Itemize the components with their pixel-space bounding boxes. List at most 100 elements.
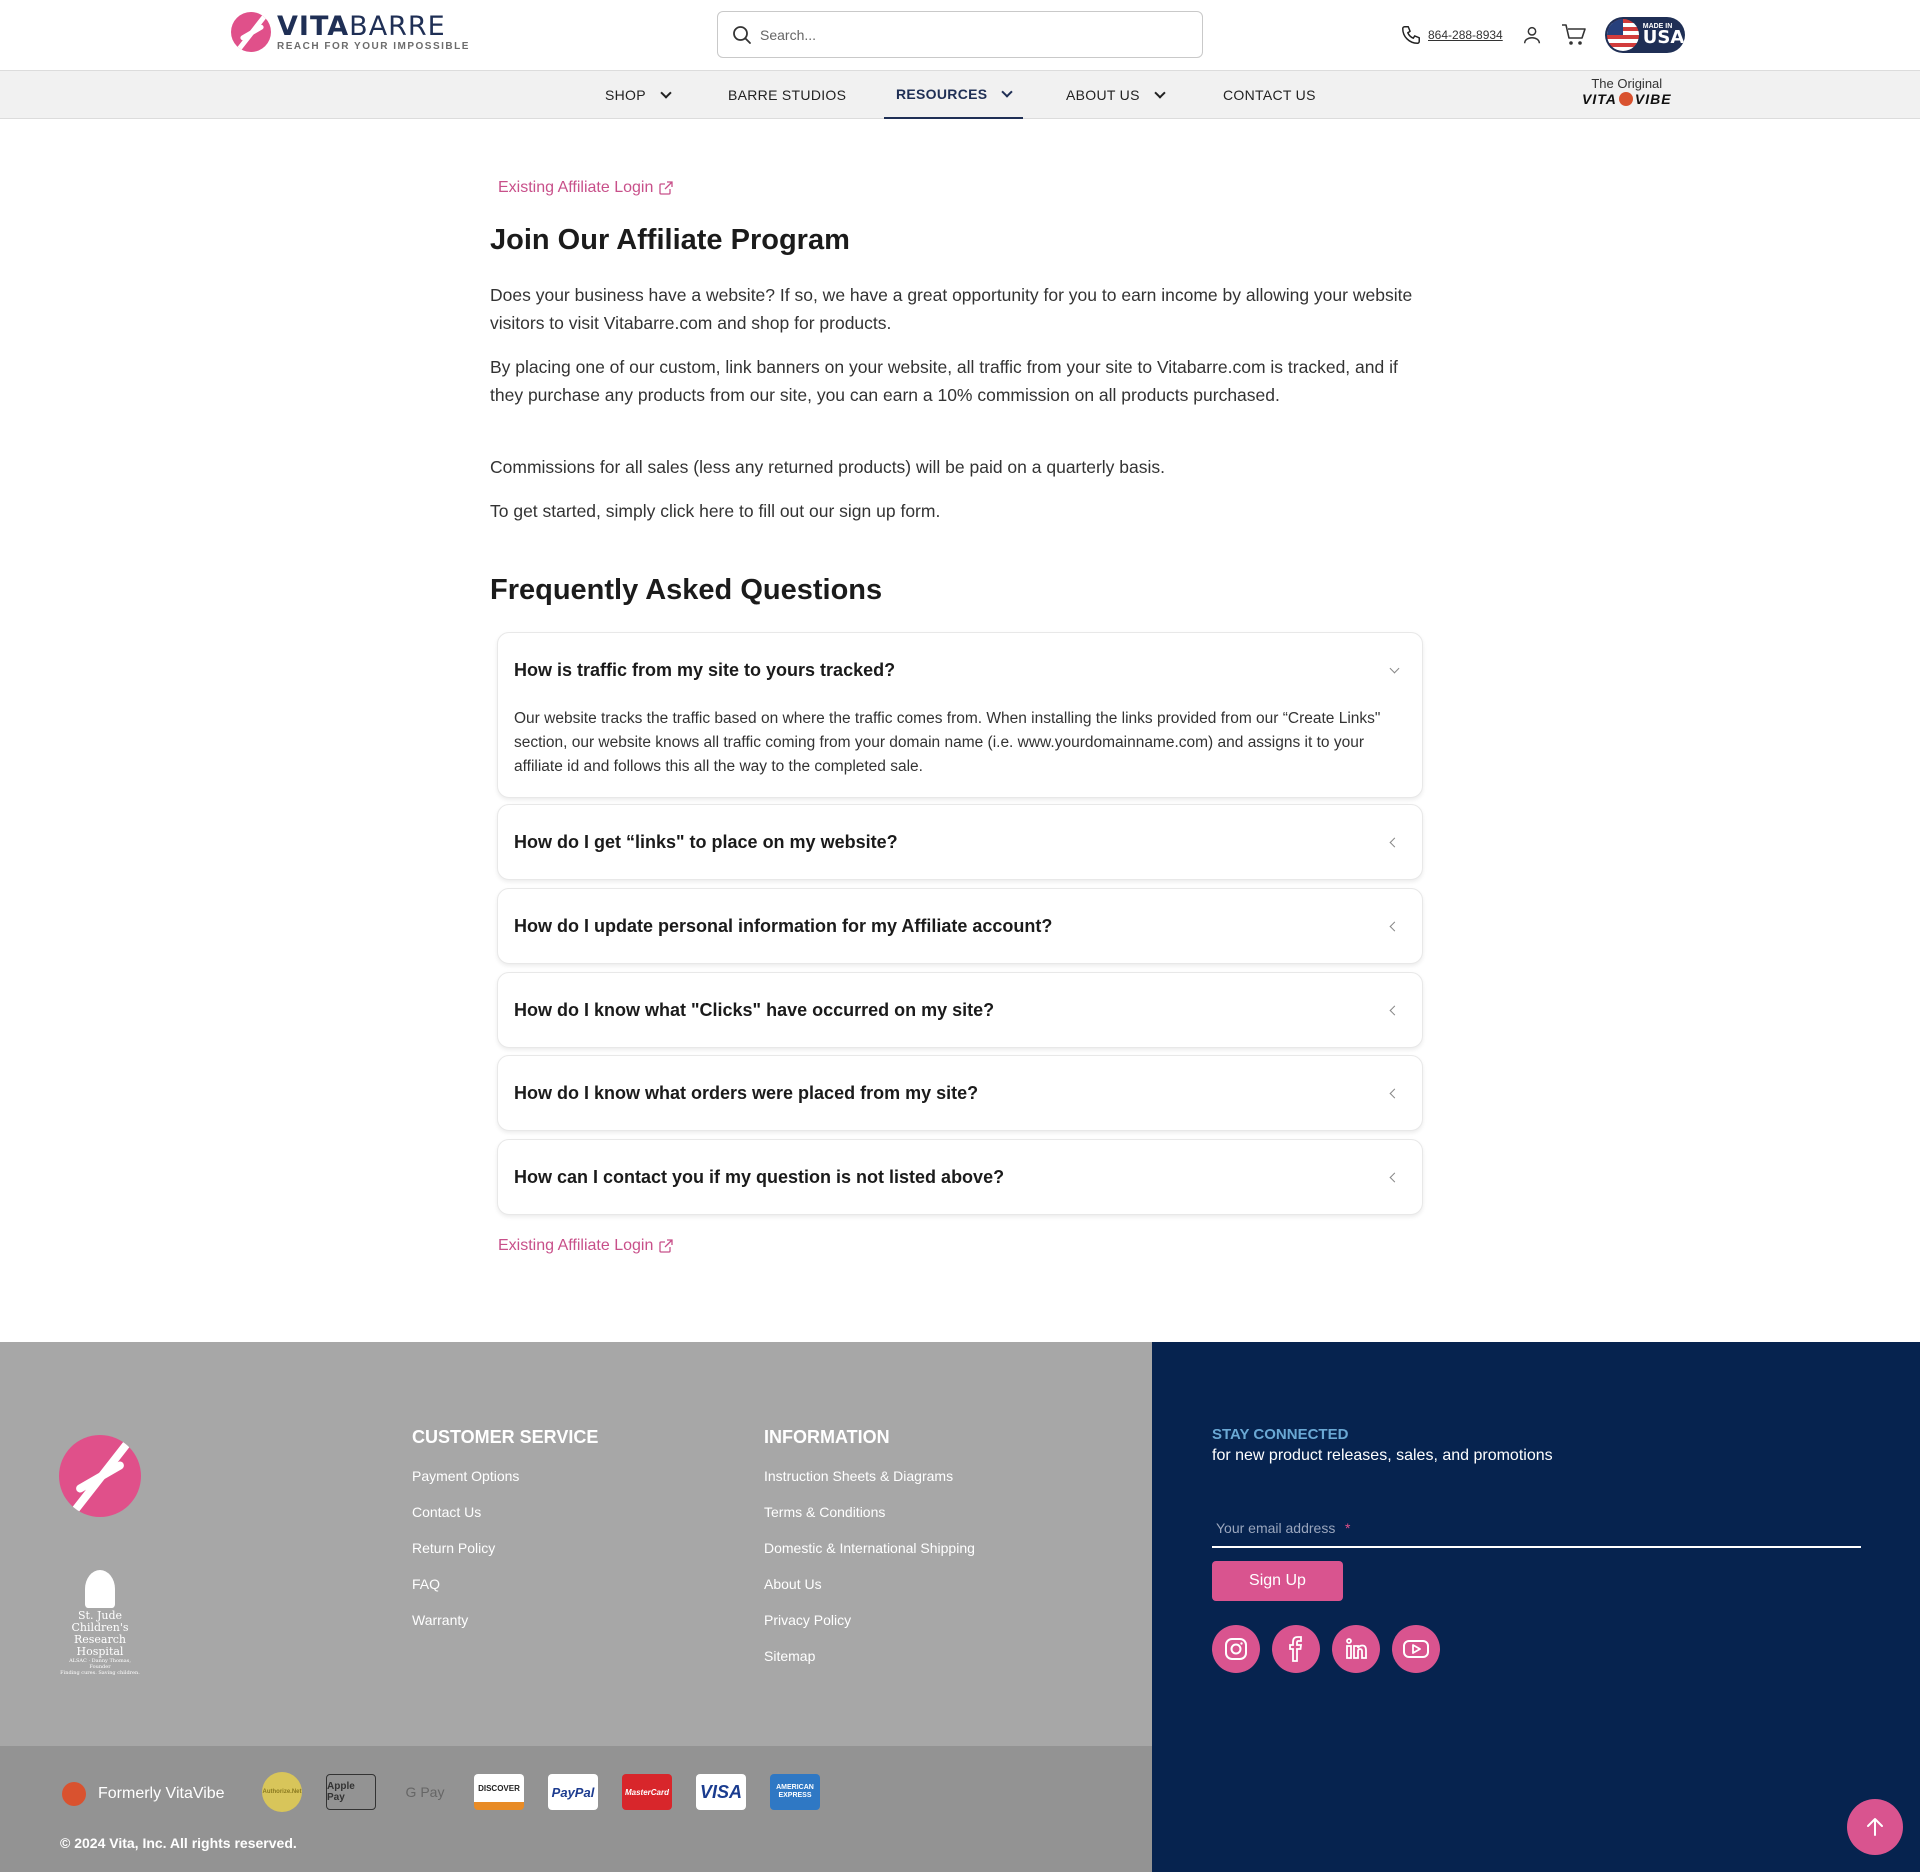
instagram-icon[interactable] bbox=[1212, 1625, 1260, 1673]
nav-about-us-label: ABOUT US bbox=[1066, 87, 1140, 103]
search-icon bbox=[733, 25, 751, 44]
copyright: © 2024 Vita, Inc. All rights reserved. bbox=[60, 1835, 297, 1851]
footer-link-instruction-sheets[interactable]: Instruction Sheets & Diagrams bbox=[764, 1468, 975, 1484]
phone-link[interactable]: 864-288-8934 bbox=[1400, 24, 1503, 46]
footer-link-shipping[interactable]: Domestic & International Shipping bbox=[764, 1540, 975, 1556]
logo-tagline: REACH FOR YOUR IMPOSSIBLE bbox=[277, 40, 470, 52]
footer-link-contact-us[interactable]: Contact Us bbox=[412, 1504, 598, 1520]
original-vitavibe-link[interactable]: The Original VITA VIBE bbox=[1582, 76, 1672, 107]
faq-item: How can I contact you if my question is … bbox=[497, 1139, 1423, 1215]
us-flag-icon bbox=[1606, 19, 1639, 51]
youtube-icon[interactable] bbox=[1392, 1625, 1440, 1673]
faq-question-toggle[interactable]: How do I know what "Clicks" have occurre… bbox=[498, 973, 1422, 1047]
payment-label: VISA bbox=[699, 1781, 742, 1802]
footer-link-about-us[interactable]: About Us bbox=[764, 1576, 975, 1592]
chevron-left-icon bbox=[1389, 1172, 1400, 1182]
faq-question-toggle[interactable]: How do I update personal information for… bbox=[498, 889, 1422, 963]
footer-link-terms[interactable]: Terms & Conditions bbox=[764, 1504, 975, 1520]
footer-logo-icon[interactable] bbox=[59, 1435, 141, 1517]
faq-question: How do I update personal information for… bbox=[514, 915, 1053, 936]
account-icon[interactable] bbox=[1521, 24, 1543, 46]
faq-title: Frequently Asked Questions bbox=[490, 574, 883, 606]
formerly-label: Formerly VitaVibe bbox=[98, 1785, 225, 1802]
main-content: Existing Affiliate Login Join Our Affili… bbox=[0, 119, 1920, 1342]
faq-question-toggle[interactable]: How can I contact you if my question is … bbox=[498, 1140, 1422, 1214]
main-nav-bar: SHOP BARRE STUDIOS RESOURCES ABOUT US CO… bbox=[0, 71, 1920, 119]
mastercard-icon: MasterCard bbox=[622, 1774, 672, 1810]
faq-question: How do I get “links" to place on my webs… bbox=[514, 831, 898, 852]
phone-number: 864-288-8934 bbox=[1428, 28, 1503, 42]
intro-paragraph-3: Commissions for all sales (less any retu… bbox=[490, 457, 1166, 477]
intro-paragraph-2: By placing one of our custom, link banne… bbox=[490, 357, 1398, 405]
footer-newsletter-panel bbox=[1152, 1342, 1920, 1872]
paypal-icon: PayPal bbox=[548, 1774, 598, 1810]
chevron-left-icon bbox=[1389, 1005, 1400, 1015]
original-brand-a: VITA bbox=[1582, 91, 1617, 107]
chevron-down-icon bbox=[1154, 87, 1166, 99]
chevron-left-icon bbox=[1389, 1088, 1400, 1098]
st-jude-line-4: Finding cures. Saving children. bbox=[60, 1670, 140, 1676]
login-link-label: Existing Affiliate Login bbox=[498, 179, 654, 196]
vitavibe-logo-icon bbox=[1618, 92, 1633, 106]
nav-contact-us[interactable]: CONTACT US bbox=[1223, 71, 1316, 119]
vitabarre-logo[interactable]: VITABARRE REACH FOR YOUR IMPOSSIBLE bbox=[231, 12, 470, 52]
cart-icon[interactable] bbox=[1561, 23, 1587, 47]
existing-affiliate-login-link[interactable]: Existing Affiliate Login bbox=[498, 1237, 674, 1255]
footer-link-faq[interactable]: FAQ bbox=[412, 1576, 598, 1592]
faq-question: How can I contact you if my question is … bbox=[514, 1166, 1005, 1187]
page-title: Join Our Affiliate Program bbox=[490, 224, 850, 256]
login-link-label: Existing Affiliate Login bbox=[498, 1237, 654, 1254]
st-jude-figure-icon bbox=[85, 1570, 115, 1608]
phone-icon bbox=[1402, 26, 1420, 44]
information-title: INFORMATION bbox=[764, 1427, 890, 1447]
nav-shop[interactable]: SHOP bbox=[605, 71, 672, 119]
nav-barre-studios[interactable]: BARRE STUDIOS bbox=[728, 71, 846, 119]
footer-link-payment-options[interactable]: Payment Options bbox=[412, 1468, 598, 1484]
faq-question-toggle[interactable]: How do I get “links" to place on my webs… bbox=[498, 805, 1422, 879]
st-jude-line-2: Research Hospital bbox=[73, 1633, 126, 1658]
nav-resources-label: RESOURCES bbox=[896, 86, 988, 102]
customer-service-column: CUSTOMER SERVICE Payment Options Contact… bbox=[412, 1427, 598, 1648]
faq-question: How do I know what "Clicks" have occurre… bbox=[514, 999, 995, 1020]
existing-affiliate-login-link[interactable]: Existing Affiliate Login bbox=[498, 179, 674, 197]
apple-pay-icon: Apple Pay bbox=[326, 1774, 376, 1810]
site-footer: St. Jude Children's Research Hospital AL… bbox=[0, 1342, 1920, 1872]
faq-question: How is traffic from my site to yours tra… bbox=[514, 659, 896, 680]
authorize-net-seal-icon: Authorize.Net bbox=[262, 1772, 302, 1812]
payment-label: Apple Pay bbox=[327, 1781, 355, 1803]
amex-icon: AMERICAN EXPRESS bbox=[770, 1774, 820, 1810]
faq-question-toggle[interactable]: How is traffic from my site to yours tra… bbox=[498, 633, 1422, 707]
footer-link-sitemap[interactable]: Sitemap bbox=[764, 1648, 975, 1664]
faq-question-toggle[interactable]: How do I know what orders were placed fr… bbox=[498, 1056, 1422, 1130]
nav-resources[interactable]: RESOURCES bbox=[884, 71, 1024, 119]
st-jude-line-1: St. Jude Children's bbox=[71, 1609, 129, 1634]
external-link-icon bbox=[659, 181, 674, 195]
back-to-top-button[interactable] bbox=[1847, 1799, 1903, 1855]
footer-link-warranty[interactable]: Warranty bbox=[412, 1612, 598, 1628]
sign-up-button[interactable]: Sign Up bbox=[1212, 1561, 1343, 1601]
faq-answer: Our website tracks the traffic based on … bbox=[514, 710, 1381, 775]
footer-link-return-policy[interactable]: Return Policy bbox=[412, 1540, 598, 1556]
email-field[interactable] bbox=[1216, 1520, 1857, 1536]
stay-connected-title: STAY CONNECTED bbox=[1212, 1426, 1349, 1443]
chevron-down-icon bbox=[1001, 86, 1014, 98]
search-input[interactable] bbox=[760, 26, 1180, 43]
usa-badge-big: USA bbox=[1642, 27, 1685, 49]
original-brand-b: VIBE bbox=[1634, 91, 1672, 107]
social-links bbox=[1212, 1625, 1440, 1673]
external-link-icon bbox=[659, 1239, 674, 1253]
faq-item: How is traffic from my site to yours tra… bbox=[497, 632, 1423, 798]
email-field-wrapper: * bbox=[1212, 1512, 1861, 1548]
footer-link-privacy-policy[interactable]: Privacy Policy bbox=[764, 1612, 975, 1628]
linkedin-icon[interactable] bbox=[1332, 1625, 1380, 1673]
facebook-icon[interactable] bbox=[1272, 1625, 1320, 1673]
faq-question: How do I know what orders were placed fr… bbox=[514, 1082, 979, 1103]
information-column: INFORMATION Instruction Sheets & Diagram… bbox=[764, 1427, 975, 1684]
payment-methods: Authorize.Net Apple Pay G Pay DISCOVER P… bbox=[262, 1772, 820, 1812]
st-jude-logo[interactable]: St. Jude Children's Research Hospital AL… bbox=[59, 1570, 141, 1676]
stay-connected-subtitle: for new product releases, sales, and pro… bbox=[1212, 1447, 1553, 1464]
nav-about-us[interactable]: ABOUT US bbox=[1066, 71, 1166, 119]
nav-barre-studios-label: BARRE STUDIOS bbox=[728, 87, 847, 103]
required-marker: * bbox=[1345, 1520, 1351, 1536]
chevron-left-icon bbox=[1389, 921, 1400, 931]
